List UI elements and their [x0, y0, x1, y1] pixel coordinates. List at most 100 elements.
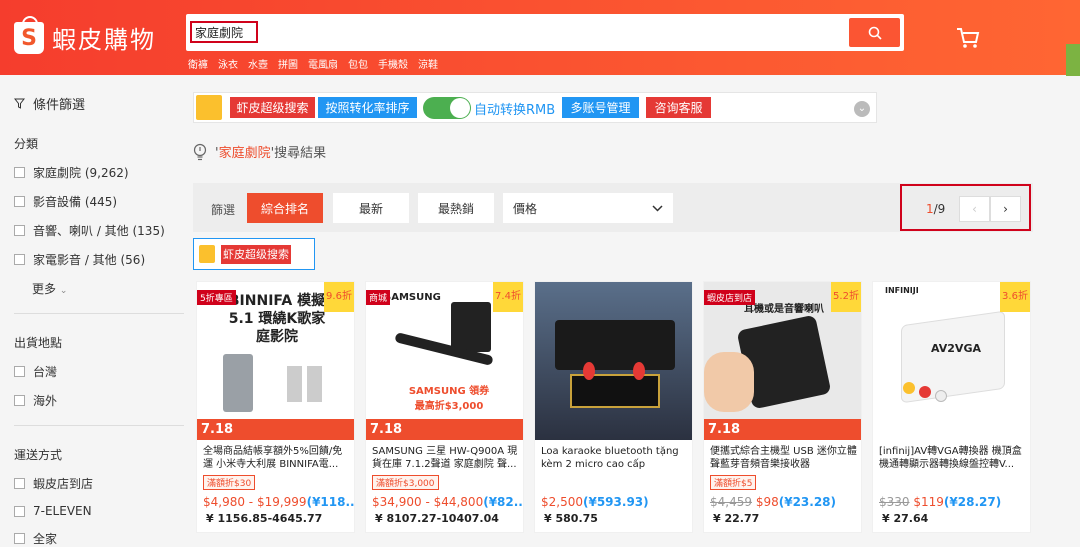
product-card[interactable]: Loa karaoke bluetooth tặng kèm 2 micro c…: [534, 281, 693, 533]
customer-service-button[interactable]: 咨询客服: [646, 97, 711, 118]
checkbox[interactable]: [14, 366, 25, 377]
cart-button[interactable]: [956, 27, 980, 53]
sort-relevance-tab[interactable]: 綜合排名: [247, 193, 323, 223]
karaoke-speaker-shape: [570, 374, 660, 408]
price-value: $98: [755, 495, 779, 509]
promo-banner: 7.18: [366, 419, 523, 440]
product-tag: 5折專區: [197, 290, 236, 305]
checkbox[interactable]: [14, 167, 25, 178]
sort-by-conversion-button[interactable]: 按照转化率排序: [318, 97, 417, 118]
option-label: 家電影音 / 其他 (56): [33, 253, 146, 267]
super-search-shortcut[interactable]: 虾皮超级搜索: [193, 238, 315, 270]
result-suffix: '搜尋結果: [270, 146, 327, 161]
multi-account-button[interactable]: 多账号管理: [562, 97, 639, 118]
rmb-toggle[interactable]: [423, 97, 471, 119]
hint-link[interactable]: 手機殼: [378, 56, 408, 71]
side-widget-tab[interactable]: [1066, 44, 1080, 76]
collapse-icon[interactable]: ⌄: [854, 101, 870, 117]
checkbox[interactable]: [14, 533, 25, 544]
speaker-shape: [555, 320, 675, 370]
subwoofer-shape: [451, 302, 491, 352]
shopee-bag-icon: S: [14, 15, 44, 54]
hint-link[interactable]: 衛褲: [188, 56, 208, 71]
image-text: BINNIFA 模擬5.1 環繞K歌家庭影院: [228, 293, 326, 345]
product-price: $34,900 - $44,800(¥82...: [372, 495, 524, 509]
shipping-heading: 運送方式: [14, 448, 63, 462]
product-card[interactable]: SAMSUNG SAMSUNG 領券最高折$3,000 商城 7.4折 7.18…: [365, 281, 524, 533]
price-value: $119: [913, 495, 944, 509]
shipfrom-option[interactable]: 海外: [14, 392, 184, 409]
hint-link[interactable]: 電風扇: [308, 56, 338, 71]
page-indicator: 1/9: [926, 202, 945, 216]
plugin-toolbar: 虾皮超级搜索 按照转化率排序 自动转换RMB 多账号管理 咨询客服 ⌄: [193, 92, 877, 123]
product-name: SAMSUNG 三星 HW-Q900A 現貨在庫 7.1.2聲道 家庭劇院 聲.…: [372, 446, 518, 470]
divider: [14, 313, 184, 314]
checkbox[interactable]: [14, 196, 25, 207]
category-option[interactable]: 家電影音 / 其他 (56): [14, 251, 184, 268]
option-label: 家庭劇院 (9,262): [33, 166, 129, 180]
product-tag: 蝦皮店到店: [704, 290, 756, 305]
shopee-logo[interactable]: S 蝦皮購物: [14, 15, 156, 55]
more-categories-link[interactable]: 更多 ⌄: [32, 280, 184, 297]
shipping-option[interactable]: 7-ELEVEN: [14, 504, 184, 518]
sort-label: 篩選: [211, 203, 236, 217]
voucher-badge: 滿額折$5: [710, 475, 757, 490]
product-grid: BINNIFA 模擬5.1 環繞K歌家庭影院 5折專區 9.6折 7.18 全場…: [196, 281, 1031, 533]
prev-page-button[interactable]: ‹: [959, 196, 990, 222]
filter-icon: [14, 98, 25, 109]
search-input[interactable]: [190, 21, 258, 43]
hint-link[interactable]: 包包: [348, 56, 368, 71]
hint-link[interactable]: 拼圖: [278, 56, 298, 71]
filter-title-text: 條件篩選: [33, 98, 86, 113]
hint-link[interactable]: 涼鞋: [418, 56, 438, 71]
hint-link[interactable]: 水壺: [248, 56, 268, 71]
option-label: 音響、喇叭 / 其他 (135): [33, 224, 165, 238]
price-rmb: ¥ 27.64: [882, 512, 929, 525]
checkbox[interactable]: [14, 225, 25, 236]
checkbox[interactable]: [14, 478, 25, 489]
product-card[interactable]: 耳機或是音響喇叭 蝦皮店到店 5.2折 7.18 便攜式綜合主機型 USB 迷你…: [703, 281, 862, 533]
more-label: 更多: [32, 282, 57, 296]
product-name: [infinij]AV轉VGA轉換器 機頂盒 機通轉顯示器轉換線盤控轉V...: [879, 446, 1022, 470]
discount-badge: 7.4折: [493, 282, 523, 312]
category-option[interactable]: 音響、喇叭 / 其他 (135): [14, 222, 184, 239]
product-price: $4,980 - $19,999(¥118...: [203, 495, 354, 509]
product-price: $4,459 $98(¥23.28): [710, 495, 836, 509]
image-text: SAMSUNG: [384, 292, 441, 303]
brand-name: 蝦皮購物: [52, 26, 156, 54]
checkbox[interactable]: [14, 395, 25, 406]
next-page-button[interactable]: ›: [990, 196, 1021, 222]
checkbox[interactable]: [14, 254, 25, 265]
converter-shape: [901, 310, 1005, 404]
shipfrom-option[interactable]: 台灣: [14, 363, 184, 380]
product-card[interactable]: INFINIJI AV2VGA 3.6折 [infinij]AV轉VGA轉換器 …: [872, 281, 1031, 533]
product-card[interactable]: BINNIFA 模擬5.1 環繞K歌家庭影院 5折專區 9.6折 7.18 全場…: [196, 281, 355, 533]
price-sort-select[interactable]: 價格: [503, 193, 673, 223]
chevron-right-icon: ›: [1003, 202, 1008, 216]
speaker-shape: [307, 366, 322, 402]
sort-bar: 篩選 綜合排名 最新 最熱銷 價格 1/9 ‹ ›: [193, 183, 1033, 232]
sort-latest-tab[interactable]: 最新: [333, 193, 409, 223]
top-header: S 蝦皮購物 衛褲 泳衣 水壺 拼圖 電風扇 包包 手機殼 涼鞋: [0, 0, 1080, 75]
price-converted: (¥82...: [483, 495, 524, 509]
category-option[interactable]: 影音設備 (445): [14, 193, 184, 210]
search-button[interactable]: [849, 18, 900, 47]
category-option[interactable]: 家庭劇院 (9,262): [14, 164, 184, 181]
shipping-option[interactable]: 蝦皮店到店: [14, 475, 184, 492]
option-label: 台灣: [33, 365, 58, 379]
hint-link[interactable]: 泳衣: [218, 56, 238, 71]
microphone-shape: [583, 362, 595, 380]
speaker-shape: [223, 354, 253, 412]
product-name: 便攜式綜合主機型 USB 迷你立體聲藍芽音頻音樂接收器: [710, 446, 857, 470]
super-search-button[interactable]: 虾皮超级搜索: [230, 97, 315, 118]
mini-pager: 1/9 ‹ ›: [900, 184, 1031, 231]
product-name: 全場商品結帳享額外5%回饋/免運 小米寺大利展 BINNIFA電...: [203, 446, 343, 470]
promo-banner: 7.18: [704, 419, 861, 440]
plugin-avatar-icon: [196, 95, 222, 120]
checkbox[interactable]: [14, 505, 25, 517]
option-label: 海外: [33, 394, 58, 408]
shipfrom-heading: 出貨地點: [14, 336, 63, 350]
price-value: $2,500: [541, 495, 583, 509]
product-name: Loa karaoke bluetooth tặng kèm 2 micro c…: [541, 446, 679, 470]
sort-top-sales-tab[interactable]: 最熱銷: [418, 193, 494, 223]
